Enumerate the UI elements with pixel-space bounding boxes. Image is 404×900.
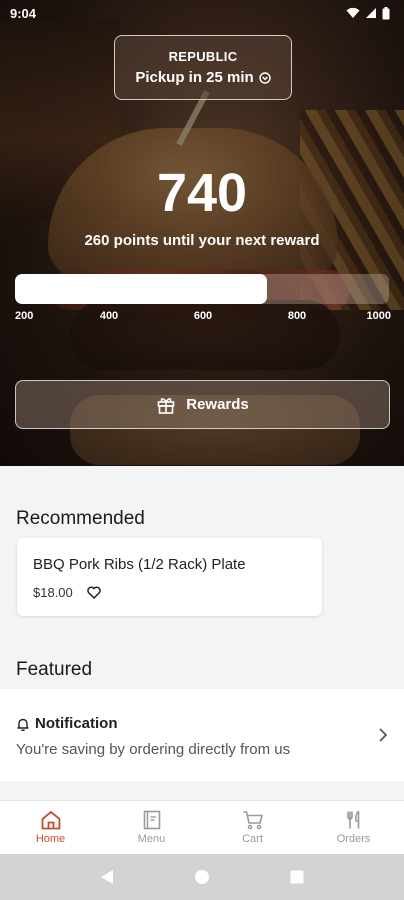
system-back-button[interactable] [87, 857, 127, 897]
product-price: $18.00 [33, 585, 73, 600]
nav-orders[interactable]: Orders [303, 801, 404, 854]
notification-title-row: Notification [16, 715, 118, 732]
points-caption: 260 points until your next reward [84, 232, 320, 249]
status-time: 9:04 [10, 5, 37, 21]
progress-tick-label: 400 [99, 310, 119, 322]
battery-icon [382, 6, 390, 19]
rewards-button[interactable]: Rewards [15, 380, 390, 429]
home-content: Recommended BBQ Pork Ribs (1/2 Rack) Pla… [0, 466, 404, 800]
wifi-icon [346, 7, 360, 18]
points-balance: 740 [156, 163, 248, 223]
system-home-button[interactable] [182, 857, 222, 897]
location-selector[interactable]: REPUBLIC Pickup in 25 min [114, 35, 292, 100]
nav-cart[interactable]: Cart [202, 801, 303, 854]
progress-tick-label: 200 [15, 310, 34, 322]
fork-knife-icon [346, 810, 359, 829]
rewards-progress-fill [15, 274, 268, 304]
location-name: REPUBLIC [168, 49, 238, 64]
home-circle-icon [194, 870, 209, 884]
heart-icon[interactable] [87, 586, 101, 599]
system-navigation-bar [0, 854, 404, 900]
nav-home-label: Home [35, 833, 66, 845]
notification-card[interactable]: Notification You're saving by ordering d… [0, 689, 404, 781]
nav-cart-label: Cart [242, 833, 263, 845]
nav-menu-label: Menu [137, 833, 166, 845]
progress-tick-label: 1000 [366, 310, 391, 322]
recommended-title: Recommended [16, 508, 145, 529]
nav-menu[interactable]: Menu [101, 801, 202, 854]
product-meta: $18.00 [33, 585, 306, 600]
nav-home[interactable]: Home [0, 801, 101, 854]
notification-title: Notification [35, 715, 118, 732]
product-card[interactable]: BBQ Pork Ribs (1/2 Rack) Plate $18.00 [17, 538, 322, 616]
signal-icon [366, 8, 376, 18]
notification-body: You're saving by ordering directly from … [16, 741, 291, 758]
pickup-time-row: Pickup in 25 min [115, 69, 291, 86]
chevron-down-circle-icon [258, 71, 271, 84]
recents-square-icon [290, 870, 304, 884]
bell-icon [17, 718, 29, 731]
product-name: BBQ Pork Ribs (1/2 Rack) Plate [33, 556, 246, 573]
cart-icon [243, 811, 263, 830]
home-icon [41, 811, 60, 830]
chevron-right-icon [379, 728, 388, 742]
pickup-time-label: Pickup in 25 min [135, 69, 254, 86]
status-icons [346, 6, 390, 20]
system-recents-button[interactable] [277, 857, 317, 897]
gift-icon [157, 397, 175, 414]
back-triangle-icon [101, 870, 114, 884]
nav-orders-label: Orders [336, 833, 371, 845]
featured-title: Featured [16, 659, 93, 680]
progress-tick-label: 600 [193, 310, 213, 322]
menu-book-icon [143, 810, 160, 830]
rewards-progress-labels: 200 400 600 800 1000 [15, 310, 391, 324]
bottom-navigation: Home Menu Cart Orders [0, 800, 404, 854]
status-bar: 9:04 [0, 0, 404, 26]
rewards-progress-bar [15, 274, 389, 304]
progress-tick-label: 800 [287, 310, 307, 322]
rewards-button-label: Rewards [186, 396, 249, 413]
rewards-hero: 9:04 REPUBLIC Pickup in 25 min 740 260 p… [0, 0, 404, 466]
